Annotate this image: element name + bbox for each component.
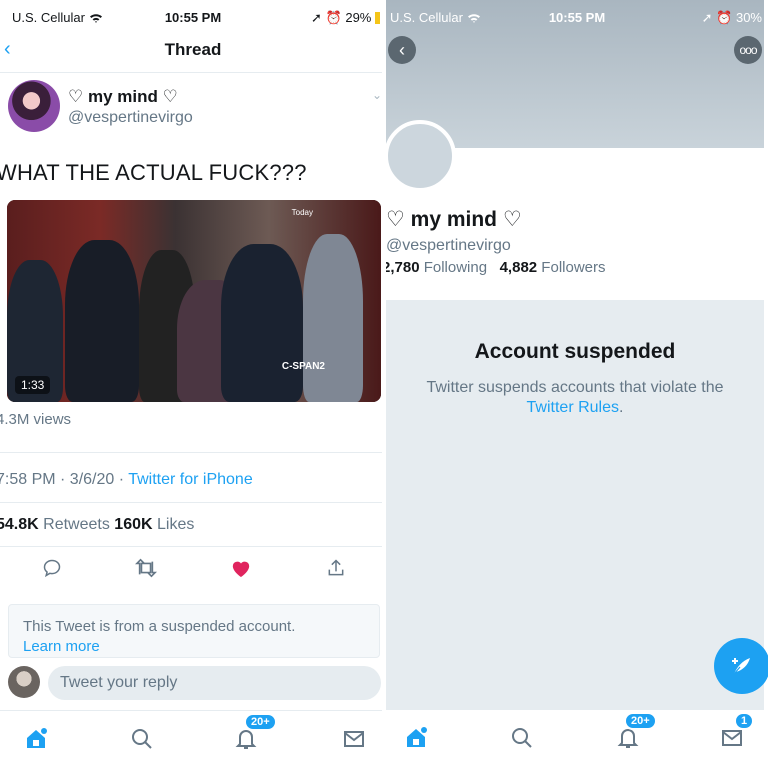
- thread-screen: U.S. Cellular 10:55 PM ➚ ⏰ 29% ‹ Thread …: [0, 0, 386, 768]
- following-label[interactable]: Following: [420, 259, 487, 276]
- video-figure: [221, 244, 303, 402]
- tweet-stats: 54.8K Retweets 160K Likes: [0, 516, 194, 534]
- divider: [0, 546, 386, 547]
- page-title: Thread: [164, 40, 222, 59]
- tweet-actions: [0, 556, 386, 586]
- like-count[interactable]: 160K: [114, 516, 152, 533]
- search-icon[interactable]: [128, 725, 156, 753]
- tweet-source-link[interactable]: Twitter for iPhone: [128, 471, 253, 488]
- author-handle[interactable]: @vespertinevirgo: [68, 109, 193, 127]
- video-overlay-tag: Today: [291, 208, 313, 217]
- following-count[interactable]: 2,780: [386, 259, 420, 276]
- tweet-video[interactable]: Today C-SPAN2 1:33: [7, 200, 381, 402]
- reply-input[interactable]: Tweet your reply: [48, 666, 381, 700]
- suspended-account-notice: This Tweet is from a suspended account. …: [8, 604, 380, 658]
- author-display-name[interactable]: ♡ my mind ♡: [68, 87, 178, 107]
- back-arrow-icon: ‹: [399, 39, 405, 60]
- like-heart-icon[interactable]: [229, 556, 253, 580]
- tweet-timestamp: 7:58 PM · 3/6/20 ·: [0, 471, 129, 488]
- follow-stats: 2,780 Following 4,882 Followers: [386, 259, 606, 276]
- suspended-title: Account suspended: [474, 340, 676, 363]
- messages-mail-icon[interactable]: [340, 725, 368, 753]
- profile-handle: @vespertinevirgo: [386, 237, 511, 254]
- author-avatar[interactable]: [8, 80, 60, 132]
- tab-bar: 20+: [0, 710, 386, 768]
- video-duration: 1:33: [15, 376, 51, 394]
- reply-bar: Tweet your reply: [0, 664, 386, 704]
- twitter-rules-link[interactable]: Twitter Rules: [527, 399, 619, 416]
- home-icon[interactable]: [22, 725, 50, 753]
- status-bar: U.S. Cellular 10:55 PM ➚ ⏰ 29%: [0, 0, 386, 36]
- divider: [0, 502, 386, 503]
- tab-bar: 20+ 1: [386, 710, 768, 768]
- followers-count[interactable]: 4,882: [500, 259, 538, 276]
- battery-percent: 29%: [345, 10, 372, 25]
- compose-feather-icon: [732, 658, 750, 675]
- suspended-panel: Account suspended Twitter suspends accou…: [386, 300, 764, 710]
- tweet-menu-chevron-icon[interactable]: ⌄: [372, 88, 382, 102]
- video-figure: [303, 234, 363, 402]
- followers-label[interactable]: Followers: [537, 259, 605, 276]
- video-overlay-brand: C-SPAN2: [281, 361, 325, 372]
- messages-badge: 1: [734, 712, 755, 730]
- divider: [0, 452, 386, 453]
- like-label: Likes: [152, 516, 195, 533]
- tweet-text: WHAT THE ACTUAL FUCK???: [0, 160, 307, 185]
- more-dots-icon: ooo: [739, 43, 757, 57]
- video-figure: [65, 240, 139, 402]
- retweet-count[interactable]: 54.8K: [0, 516, 39, 533]
- retweet-label: Retweets: [38, 516, 115, 533]
- compose-tweet-button[interactable]: [714, 638, 768, 694]
- status-right: ➚ ⏰ 30%: [701, 10, 762, 25]
- learn-more-link[interactable]: Learn more: [23, 637, 365, 657]
- notifications-badge: 20+: [244, 713, 277, 731]
- profile-screen: U.S. Cellular 10:55 PM ➚ ⏰ 30% ‹ ooo ♡ m…: [386, 0, 768, 768]
- home-icon[interactable]: [402, 724, 430, 752]
- view-count: 4.3M views: [0, 411, 72, 428]
- suspended-text: Twitter suspends accounts that violate t…: [426, 379, 724, 416]
- suspended-notice-text: This Tweet is from a suspended account.: [23, 618, 296, 635]
- profile-avatar: [386, 120, 456, 192]
- search-icon[interactable]: [508, 724, 536, 752]
- screenshot-composite: U.S. Cellular 10:55 PM ➚ ⏰ 29% ‹ Thread …: [0, 0, 768, 768]
- notifications-badge: 20+: [624, 712, 657, 730]
- reply-icon[interactable]: [40, 556, 64, 580]
- status-bar: U.S. Cellular 10:55 PM ➚ ⏰ 30%: [386, 0, 768, 36]
- status-right: ➚ ⏰ 29%: [311, 10, 380, 26]
- profile-display-name: ♡ my mind ♡: [386, 208, 522, 231]
- battery-percent: 30%: [735, 10, 762, 25]
- tweet-meta: 7:58 PM · 3/6/20 · Twitter for iPhone: [0, 471, 253, 489]
- back-button[interactable]: ‹: [388, 36, 416, 64]
- divider: [0, 72, 386, 73]
- share-icon[interactable]: [324, 556, 348, 580]
- retweet-icon[interactable]: [134, 556, 158, 580]
- battery-icon: [375, 12, 380, 24]
- more-options-button[interactable]: ooo: [734, 36, 762, 64]
- user-avatar[interactable]: [8, 666, 40, 698]
